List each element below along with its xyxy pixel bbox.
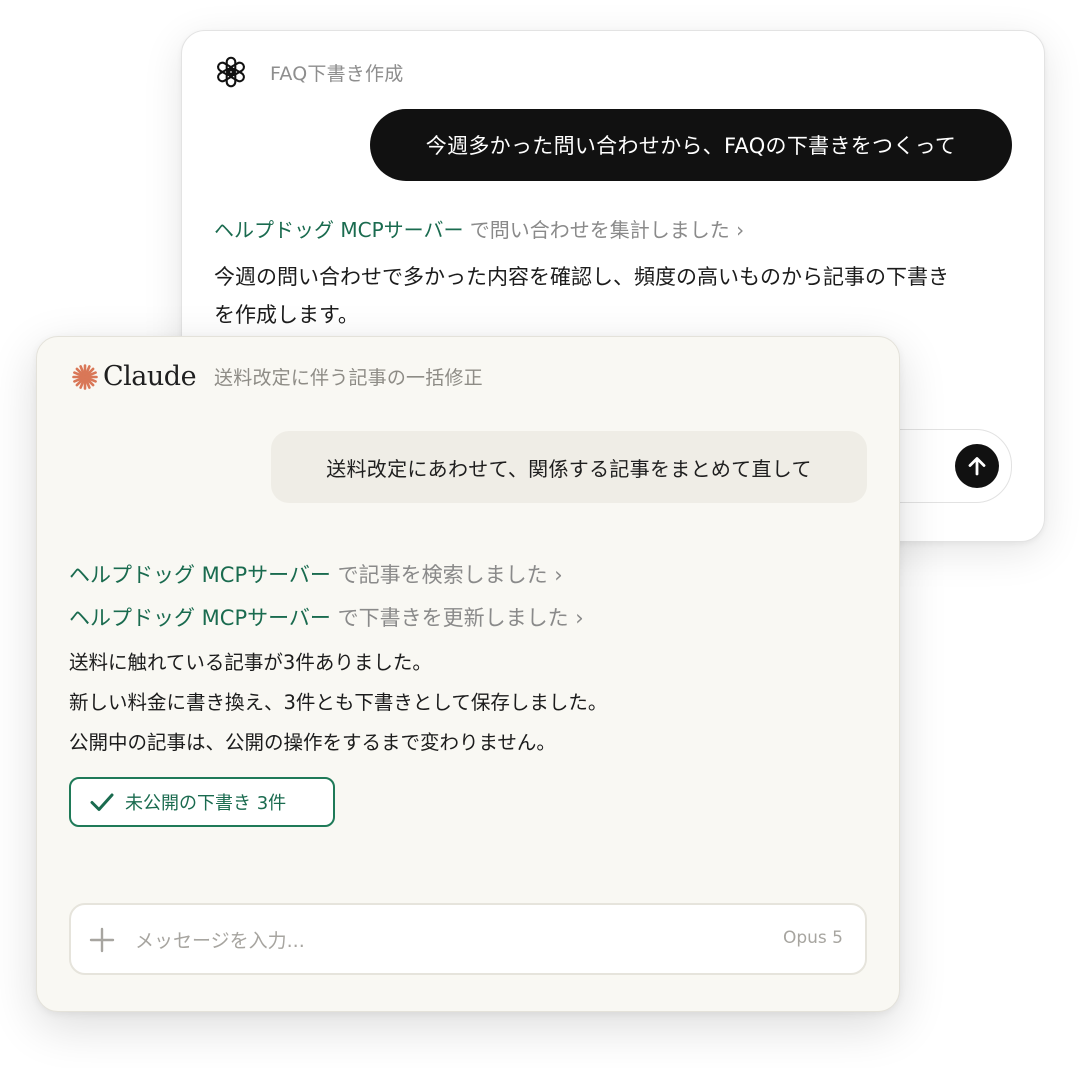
claude-window: Claude 送料改定に伴う記事の一括修正 送料改定にあわせて、関係する記事をま… <box>36 336 900 1012</box>
send-arrow-icon <box>968 457 986 476</box>
unpublished-drafts-label: 未公開の下書き 3件 <box>125 793 287 814</box>
claude-header: Claude 送料改定に伴う記事の一括修正 <box>71 361 483 392</box>
response-line: を作成します。 <box>214 303 359 327</box>
claude-composer: Opus 5 <box>69 903 867 975</box>
tool-call-action: で下書きを更新しました <box>330 606 569 630</box>
chatgpt-tool-call[interactable]: ヘルプドッグ MCPサーバー で問い合わせを集計しました › <box>214 214 744 243</box>
check-icon <box>90 793 114 811</box>
message-input[interactable] <box>133 923 697 959</box>
unpublished-drafts-button[interactable]: 未公開の下書き 3件 <box>69 777 335 827</box>
claude-user-message-text: 送料改定にあわせて、関係する記事をまとめて直して <box>326 456 812 481</box>
tool-call-source: ヘルプドッグ MCPサーバー <box>69 606 331 630</box>
response-line: 送料に触れている記事が3件ありました。 <box>69 651 432 674</box>
plus-icon[interactable] <box>89 927 115 953</box>
stage: FAQ下書き作成 今週多かった問い合わせから、FAQの下書きをつくって ヘルプド… <box>0 0 1080 1068</box>
tool-call-source: ヘルプドッグ MCPサーバー <box>214 218 464 242</box>
claude-logo-text: Claude <box>103 361 197 392</box>
model-selector[interactable]: Opus 5 <box>783 928 843 948</box>
claude-response: 送料に触れている記事が3件ありました。 新しい料金に書き換え、3件とも下書きとし… <box>69 643 607 763</box>
response-line: 公開中の記事は、公開の操作をするまで変わりません。 <box>69 731 556 754</box>
response-line: 新しい料金に書き換え、3件とも下書きとして保存しました。 <box>69 691 608 714</box>
tool-call-action: で問い合わせを集計しました <box>463 218 730 242</box>
claude-tool-call-update[interactable]: ヘルプドッグ MCPサーバー で下書きを更新しました › <box>69 602 584 632</box>
chatgpt-header: FAQ下書き作成 <box>212 53 403 91</box>
claude-tool-call-search[interactable]: ヘルプドッグ MCPサーバー で記事を検索しました › <box>69 559 563 589</box>
tool-call-action: で記事を検索しました <box>330 563 548 587</box>
chatgpt-user-message-text: 今週多かった問い合わせから、FAQの下書きをつくって <box>425 134 957 158</box>
tool-call-source: ヘルプドッグ MCPサーバー <box>69 563 331 587</box>
send-button[interactable] <box>955 444 999 488</box>
chevron-right-icon: › <box>547 563 563 587</box>
response-line: 今週の問い合わせで多かった内容を確認し、頻度の高いものから記事の下書き <box>214 265 949 289</box>
claude-conversation-title: 送料改定に伴う記事の一括修正 <box>214 367 483 389</box>
claude-starburst-icon <box>72 363 98 390</box>
chatgpt-response: 今週の問い合わせで多かった内容を確認し、頻度の高いものから記事の下書き を作成し… <box>214 258 1014 334</box>
chevron-right-icon: › <box>568 606 584 630</box>
chatgpt-conversation-title: FAQ下書き作成 <box>270 62 404 85</box>
chevron-right-icon: › <box>736 218 745 242</box>
chatgpt-user-message: 今週多かった問い合わせから、FAQの下書きをつくって <box>370 109 1012 181</box>
openai-logo-icon <box>217 56 245 88</box>
claude-user-message: 送料改定にあわせて、関係する記事をまとめて直して <box>271 431 867 503</box>
